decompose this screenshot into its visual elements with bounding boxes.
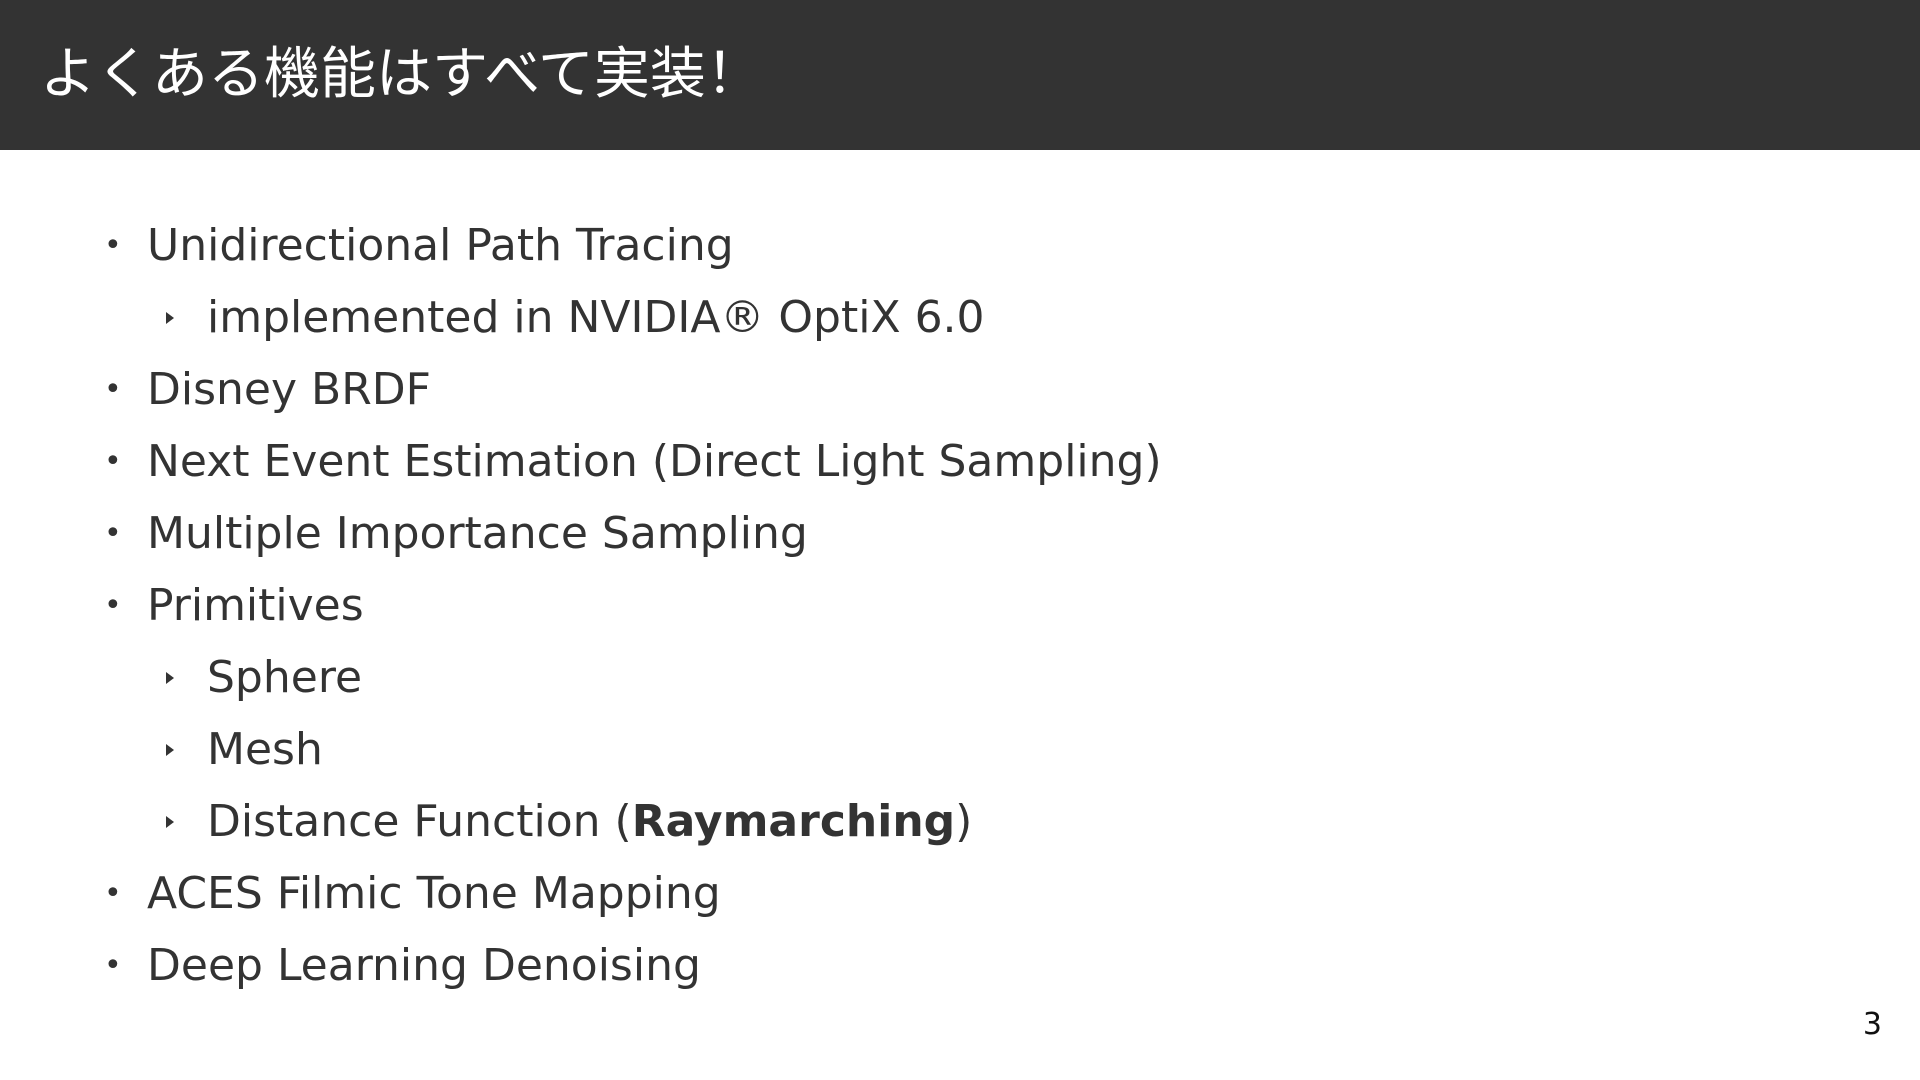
list-item-text-after: ) [955, 796, 973, 847]
list-item: • Primitives [0, 570, 1920, 642]
list-item: • Next Event Estimation (Direct Light Sa… [0, 426, 1920, 498]
list-item: • Disney BRDF [0, 354, 1920, 426]
triangle-bullet-icon [166, 672, 174, 684]
triangle-bullet-icon [166, 312, 174, 324]
list-item-text: Next Event Estimation (Direct Light Samp… [147, 436, 1162, 487]
list-item-text: implemented in NVIDIA® OptiX 6.0 [207, 292, 985, 343]
triangle-bullet-icon [166, 816, 174, 828]
list-item: • Multiple Importance Sampling [0, 498, 1920, 570]
list-item: • Deep Learning Denoising [0, 930, 1920, 1002]
sub-list-item: implemented in NVIDIA® OptiX 6.0 [0, 282, 1920, 354]
list-item-text: ACES Filmic Tone Mapping [147, 868, 721, 919]
list-item-bold-text: Raymarching [631, 796, 956, 847]
list-item-text: Primitives [147, 580, 364, 631]
bullet-icon: • [104, 876, 122, 911]
page-number: 3 [1862, 1007, 1882, 1042]
list-item-text: Disney BRDF [147, 364, 431, 415]
slide-header: よくある機能はすべて実装！ [0, 0, 1920, 150]
bullet-icon: • [104, 444, 122, 479]
bullet-icon: • [104, 372, 122, 407]
list-item-text: Deep Learning Denoising [147, 940, 701, 991]
list-item-text: Mesh [207, 724, 323, 775]
sub-list-item: Distance Function (Raymarching) [0, 786, 1920, 858]
list-item-text: Unidirectional Path Tracing [147, 220, 734, 271]
bullet-icon: • [104, 948, 122, 983]
slide-title: よくある機能はすべて実装！ [40, 42, 762, 107]
list-item-text: Multiple Importance Sampling [147, 508, 808, 559]
sub-list-item: Sphere [0, 642, 1920, 714]
list-item-text: Sphere [207, 652, 363, 703]
bullet-icon: • [104, 588, 122, 623]
triangle-bullet-icon [166, 744, 174, 756]
list-item: • Unidirectional Path Tracing [0, 210, 1920, 282]
feature-list: • Unidirectional Path Tracing implemente… [0, 210, 1920, 1002]
list-item-text-before: Distance Function ( [207, 796, 632, 847]
list-item: • ACES Filmic Tone Mapping [0, 858, 1920, 930]
bullet-icon: • [104, 228, 122, 263]
sub-list-item: Mesh [0, 714, 1920, 786]
bullet-icon: • [104, 516, 122, 551]
